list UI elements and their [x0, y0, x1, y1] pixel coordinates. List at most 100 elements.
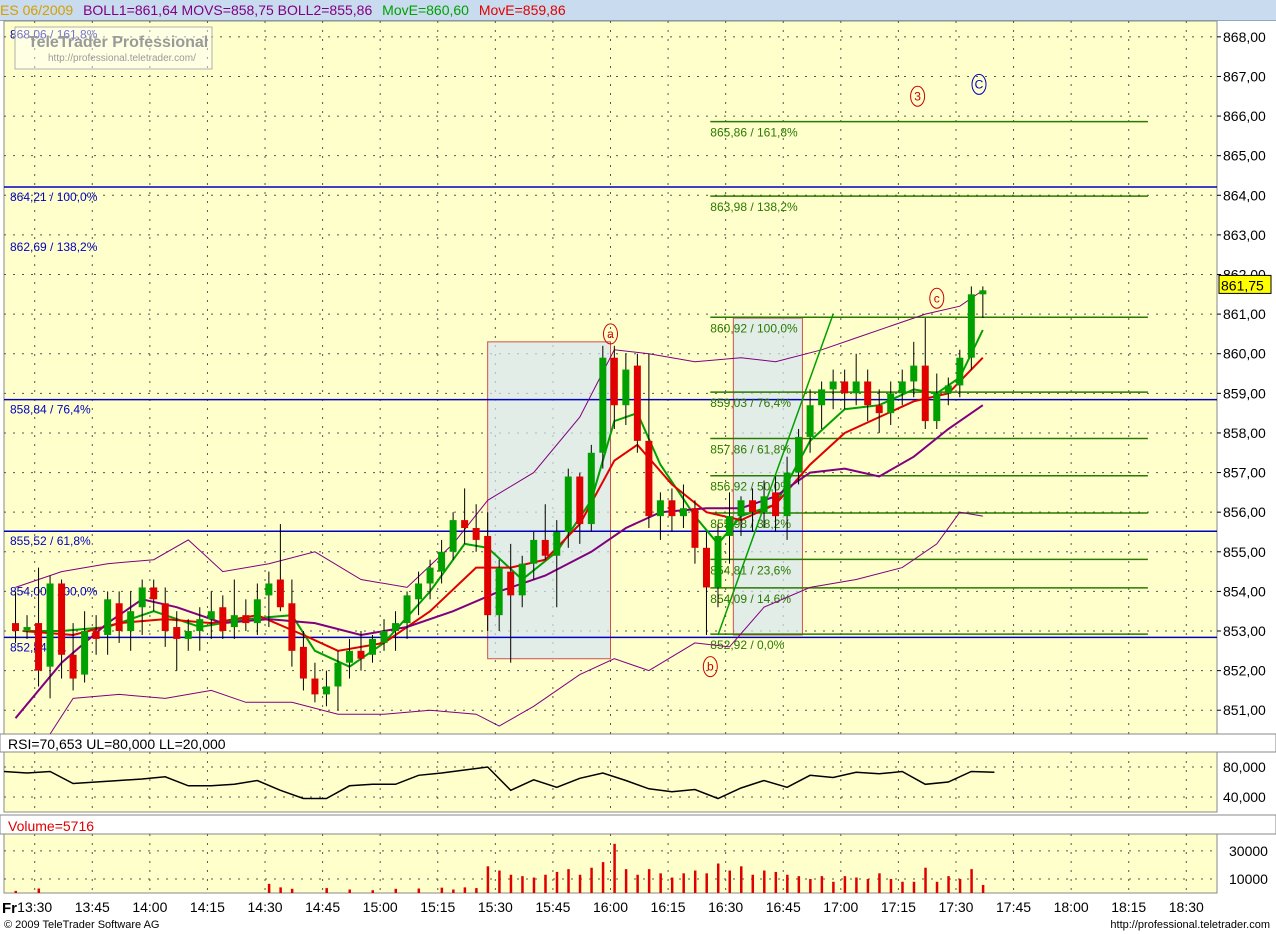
- y-tick-label: 10000: [1229, 871, 1268, 887]
- volume-bar: [716, 863, 720, 893]
- volume-bar: [751, 874, 755, 893]
- candle-body: [12, 623, 20, 632]
- volume-bar: [912, 881, 916, 893]
- volume-bar: [843, 876, 847, 893]
- candle-body: [587, 452, 595, 525]
- y-tick-label: 855,00: [1223, 544, 1266, 560]
- volume-bar: [728, 870, 731, 893]
- candle-body: [288, 603, 296, 651]
- wave-label: b: [707, 660, 714, 674]
- footer-copyright: © 2009 TeleTrader Software AG: [4, 919, 160, 931]
- candle-body: [737, 500, 745, 517]
- chart-window: ES 06/2009 BOLL1=861,64 MOVS=858,75 BOLL…: [0, 0, 1276, 934]
- y-tick-label: 864,00: [1223, 187, 1266, 203]
- x-tick-label: 17:15: [881, 899, 916, 915]
- y-tick-label: 858,00: [1223, 425, 1266, 441]
- watermark-url: http://professional.teletrader.com/: [48, 53, 196, 64]
- y-tick-label: 857,00: [1223, 465, 1266, 481]
- volume-bar: [394, 888, 398, 893]
- x-tick-label: 18:30: [1169, 899, 1204, 915]
- y-tick-label: 867,00: [1223, 68, 1266, 84]
- volume-bar: [774, 871, 778, 893]
- volume-bar: [544, 874, 547, 893]
- x-tick-label: 16:45: [766, 899, 801, 915]
- watermark-title: TeleTrader Professional: [28, 34, 208, 51]
- x-tick-label: 15:00: [363, 899, 398, 915]
- volume-bar: [325, 888, 328, 893]
- x-tick-label: 17:30: [938, 899, 973, 915]
- volume-bar: [624, 869, 628, 893]
- chart-canvas[interactable]: RSI=70,653 UL=80,000 LL=20,000 Volume=571…: [0, 0, 1276, 916]
- volume-bar: [763, 870, 766, 893]
- volume-bar: [498, 870, 501, 893]
- volume-bar: [601, 862, 605, 893]
- candle-body: [898, 381, 906, 394]
- candle-body: [749, 500, 757, 513]
- fib-level-label: 854,00 / 100,0%: [10, 584, 98, 598]
- fib-level-label: 859,03 / 76,4%: [710, 396, 791, 410]
- last-price-label: 861,75: [1221, 277, 1264, 293]
- candle-body: [864, 381, 872, 406]
- volume-bar: [820, 876, 824, 893]
- fib-level-label: 852,92 / 0,0%: [710, 638, 784, 652]
- x-tick-label: 16:15: [651, 899, 686, 915]
- candle-body: [944, 385, 952, 394]
- x-tick-label: 14:45: [305, 899, 340, 915]
- volume-bar: [866, 878, 870, 893]
- wave-label: c: [934, 291, 940, 305]
- candle-body: [23, 627, 31, 632]
- candle-body: [207, 611, 215, 620]
- volume-bar: [348, 889, 351, 893]
- footer-url[interactable]: http://professional.teletrader.com: [1110, 916, 1270, 934]
- volume-title-bar: [0, 814, 1276, 835]
- candle-body: [818, 389, 826, 406]
- candle-body: [875, 405, 883, 414]
- volume-bar: [740, 866, 743, 893]
- volume-bar: [797, 876, 801, 893]
- candle-body: [622, 369, 630, 406]
- candle-body: [81, 631, 89, 675]
- candle-body: [691, 508, 699, 548]
- y-tick-label: 863,00: [1223, 227, 1266, 243]
- candle-body: [507, 571, 515, 596]
- candle-body: [725, 516, 733, 536]
- candle-body: [35, 623, 43, 671]
- volume-bar: [532, 877, 536, 893]
- y-tick-label: 30000: [1229, 843, 1268, 859]
- candle-body: [415, 583, 423, 600]
- volume-bar: [901, 881, 904, 893]
- y-tick-label: 856,00: [1223, 504, 1266, 520]
- volume-bar: [924, 867, 927, 893]
- volume-bar: [567, 869, 570, 893]
- volume-title: Volume=5716: [8, 818, 94, 834]
- x-tick-label: 14:15: [190, 899, 225, 915]
- volume-bar: [682, 873, 685, 893]
- volume-bar: [509, 874, 513, 893]
- volume-bar: [670, 877, 674, 893]
- candle-body: [115, 603, 123, 632]
- volume-bar: [452, 889, 455, 893]
- y-tick-label: 851,00: [1223, 702, 1266, 718]
- y-tick-label: 866,00: [1223, 108, 1266, 124]
- fib-level-label: 855,52 / 61,8%: [10, 534, 91, 548]
- volume-bar: [878, 873, 881, 893]
- candle-body: [58, 583, 66, 655]
- candle-body: [795, 436, 803, 473]
- x-tick-label: 17:45: [996, 899, 1031, 915]
- volume-bar: [14, 890, 18, 893]
- candle-body: [196, 619, 204, 632]
- candle-body: [449, 520, 457, 552]
- fib-level-label: 855,98 / 38,2%: [710, 517, 791, 531]
- candle-body: [633, 365, 641, 441]
- wave-label: a: [607, 327, 614, 341]
- candle-body: [334, 662, 342, 687]
- x-tick-label: 13:45: [75, 899, 110, 915]
- x-tick-label: 14:30: [248, 899, 283, 915]
- candle-body: [714, 535, 722, 588]
- candle-body: [127, 611, 135, 632]
- fib-level-label: 865,86 / 161,8%: [710, 126, 798, 140]
- day-label: Fr: [2, 900, 17, 916]
- y-tick-label: 860,00: [1223, 346, 1266, 362]
- volume-bar: [786, 874, 789, 893]
- volume-bar: [970, 869, 973, 893]
